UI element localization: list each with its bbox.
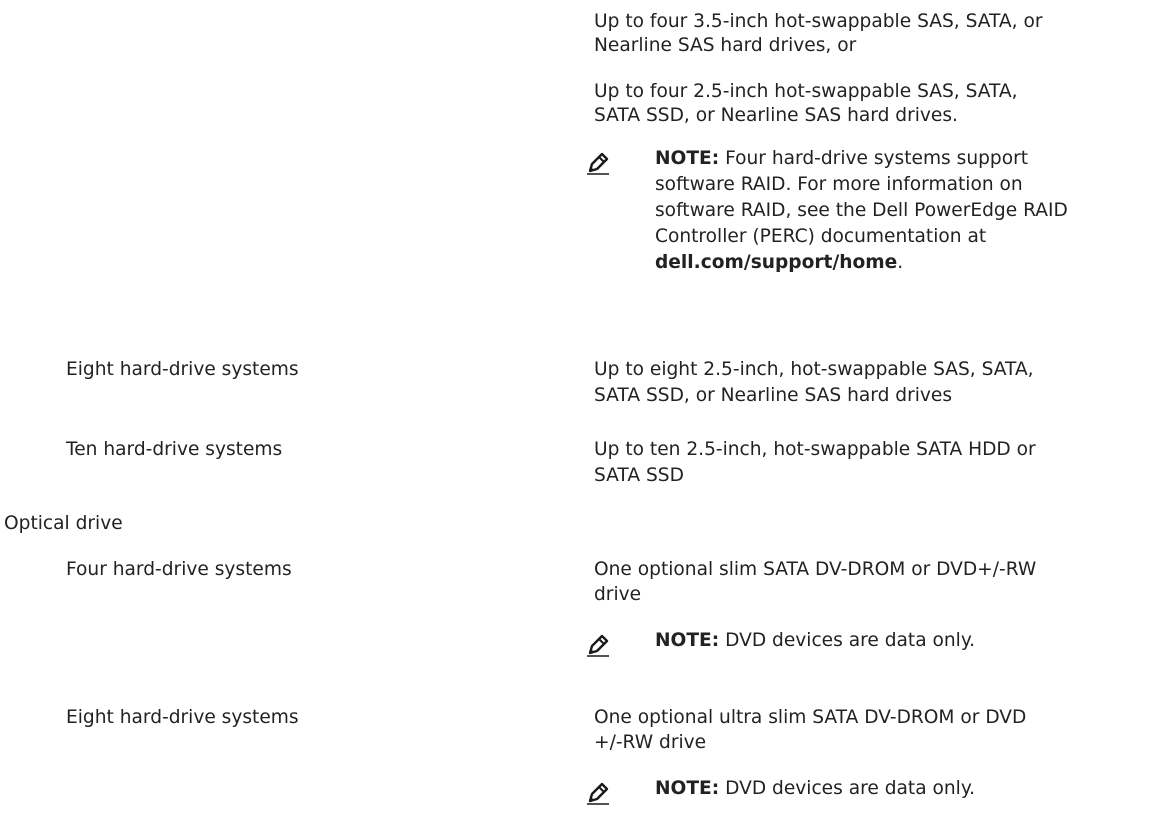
dvd-note-1-text: NOTE: DVD devices are data only. bbox=[655, 628, 1155, 654]
optical-eight-drive-value-line1: One optional ultra slim SATA DV-DROM or … bbox=[594, 707, 1027, 728]
pencil-note-icon bbox=[585, 150, 611, 176]
eight-drive-value-line1: Up to eight 2.5-inch, hot-swappable SAS,… bbox=[594, 359, 1034, 380]
support-link[interactable]: dell.com/support/home bbox=[655, 252, 897, 273]
note-text-line3: software RAID, see the Dell PowerEdge RA… bbox=[655, 200, 1068, 221]
raid-note-text: NOTE: Four hard-drive systems support so… bbox=[655, 146, 1155, 276]
four-drive-35-line1: Up to four 3.5-inch hot-swappable SAS, S… bbox=[594, 11, 1043, 32]
dvd-note-1: NOTE: DVD devices are data only. bbox=[585, 628, 1153, 658]
optical-eight-drive-label: Eight hard-drive systems bbox=[66, 707, 299, 728]
ten-drive-value-line2: SATA SSD bbox=[594, 465, 684, 486]
note-label: NOTE: bbox=[655, 778, 720, 799]
eight-drive-value-line2: SATA SSD, or Nearline SAS hard drives bbox=[594, 385, 953, 406]
four-drive-25-line1: Up to four 2.5-inch hot-swappable SAS, S… bbox=[594, 81, 1018, 102]
four-drive-35-line2: Nearline SAS hard drives, or bbox=[594, 35, 857, 56]
optical-four-drive-label: Four hard-drive systems bbox=[66, 559, 292, 580]
note-label: NOTE: bbox=[655, 630, 720, 651]
raid-note: NOTE: Four hard-drive systems support so… bbox=[585, 146, 1153, 326]
four-drive-25-line2: SATA SSD, or Nearline SAS hard drives. bbox=[594, 105, 958, 126]
note-label: NOTE: bbox=[655, 148, 720, 169]
optical-drive-heading: Optical drive bbox=[4, 513, 123, 534]
note-period: . bbox=[897, 252, 904, 273]
optical-eight-drive-value-line2: +/-RW drive bbox=[594, 732, 707, 753]
note-text: DVD devices are data only. bbox=[719, 630, 976, 651]
optical-four-drive-value-line2: drive bbox=[594, 584, 642, 605]
eight-drive-label: Eight hard-drive systems bbox=[66, 359, 299, 380]
optical-four-drive-value-line1: One optional slim SATA DV-DROM or DVD+/-… bbox=[594, 559, 1037, 580]
pencil-note-icon bbox=[585, 780, 611, 806]
ten-drive-value-line1: Up to ten 2.5-inch, hot-swappable SATA H… bbox=[594, 439, 1036, 460]
note-text-line4: Controller (PERC) documentation at bbox=[655, 226, 987, 247]
note-text-line2: software RAID. For more information on bbox=[655, 174, 1023, 195]
pencil-note-icon bbox=[585, 632, 611, 658]
dvd-note-2-text: NOTE: DVD devices are data only. bbox=[655, 776, 1155, 802]
ten-drive-label: Ten hard-drive systems bbox=[66, 439, 283, 460]
note-text-line1: Four hard-drive systems support bbox=[719, 148, 1029, 169]
dvd-note-2: NOTE: DVD devices are data only. bbox=[585, 776, 1153, 806]
note-text: DVD devices are data only. bbox=[719, 778, 976, 799]
